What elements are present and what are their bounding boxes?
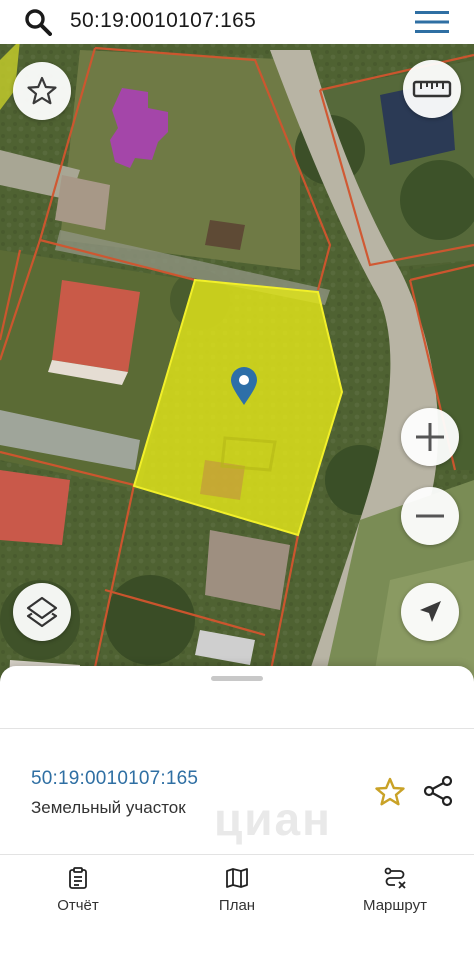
bottom-sheet[interactable]: циан 50:19:0010107:165 Земельный участок… (0, 666, 474, 960)
locate-button[interactable] (401, 583, 459, 641)
tab-label: Отчёт (57, 897, 99, 914)
map-plan-icon (226, 868, 248, 888)
watermark-logo: циан (214, 793, 332, 845)
tab-label: План (218, 897, 256, 914)
tab-route[interactable]: Маршрут (325, 866, 465, 914)
satellite-map[interactable] (0, 0, 474, 700)
layers-icon (26, 596, 58, 628)
route-icon (384, 867, 406, 889)
object-type: Земельный участок (31, 798, 186, 817)
search-icon[interactable] (24, 8, 52, 36)
ruler-button[interactable] (403, 60, 461, 118)
plus-icon (416, 423, 444, 451)
share-icon[interactable] (422, 775, 454, 807)
sheet-drag-handle[interactable] (211, 676, 263, 681)
ruler-icon (412, 80, 452, 98)
hamburger-menu-icon[interactable] (414, 9, 450, 35)
favorite-button[interactable] (13, 62, 71, 120)
minus-icon (416, 514, 444, 518)
favorite-star-icon[interactable] (374, 776, 406, 808)
navigation-arrow-icon (420, 601, 441, 622)
layers-button[interactable] (13, 583, 71, 641)
search-query[interactable]: 50:19:0010107:165 (70, 8, 256, 34)
tab-plan[interactable]: План (167, 866, 307, 914)
divider (0, 728, 474, 729)
zoom-out-button[interactable] (401, 487, 459, 545)
star-icon (27, 76, 57, 105)
zoom-in-button[interactable] (401, 408, 459, 466)
cadastral-number[interactable]: 50:19:0010107:165 (31, 768, 198, 790)
tab-label: Маршрут (363, 897, 427, 914)
report-clipboard-icon (69, 867, 87, 889)
search-bar[interactable]: 50:19:0010107:165 (0, 0, 474, 44)
tab-report[interactable]: Отчёт (8, 866, 148, 914)
map-view[interactable]: 50:19:0010107:165 (0, 0, 474, 700)
divider (0, 854, 474, 855)
